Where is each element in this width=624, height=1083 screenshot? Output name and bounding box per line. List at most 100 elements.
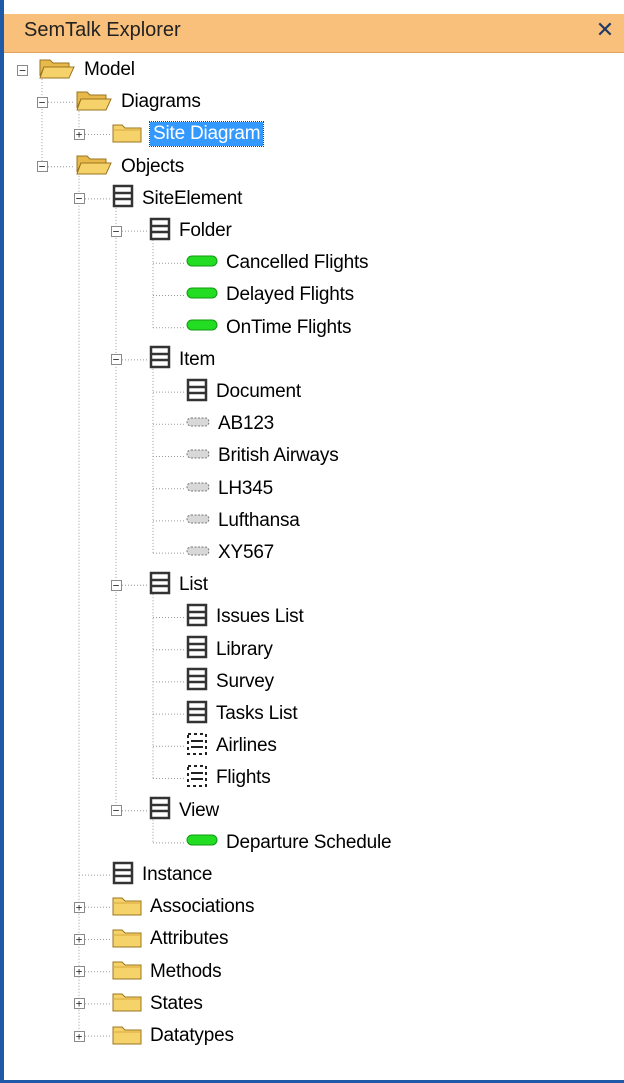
tree-item-lh345[interactable]: LH345 xyxy=(186,473,273,505)
gray-instance-icon xyxy=(186,480,210,498)
panel-title-bar: SemTalk Explorer ✕ xyxy=(4,14,624,53)
tree-item-document[interactable]: Document xyxy=(186,376,301,408)
expand-toggle-icon[interactable]: + xyxy=(73,129,85,140)
expand-toggle-icon[interactable]: + xyxy=(73,966,85,978)
tree-item-label: Departure Schedule xyxy=(226,831,392,853)
tree-item-instance[interactable]: Instance xyxy=(112,859,212,891)
tree-item-survey[interactable]: Survey xyxy=(186,666,274,698)
class-icon xyxy=(149,571,171,600)
tree-item-label: Issues List xyxy=(216,606,304,628)
tree-item-methods[interactable]: Methods xyxy=(112,956,222,988)
tree-item-list[interactable]: List xyxy=(149,569,208,601)
tree-item-cancelled-flights[interactable]: Cancelled Flights xyxy=(186,247,369,279)
tree-item-label: Instance xyxy=(142,864,213,885)
tree-item-label: Attributes xyxy=(150,928,229,950)
tree-item-label: British Airways xyxy=(218,445,339,467)
tree-item-flights[interactable]: Flights xyxy=(186,762,271,794)
class-icon xyxy=(186,635,208,664)
class-icon xyxy=(186,378,208,407)
model-tree: − Model − Diagrams + Site Diagram − Objects… xyxy=(4,52,624,1072)
collapse-toggle-icon[interactable]: − xyxy=(110,225,122,237)
tree-item-label: Delayed Flights xyxy=(226,284,354,306)
gray-instance-icon xyxy=(186,544,210,562)
tree-item-label: Folder xyxy=(179,220,232,241)
tree-item-label: XY567 xyxy=(218,542,275,563)
folder-icon xyxy=(112,894,142,921)
collapse-toggle-icon[interactable]: − xyxy=(110,579,122,591)
tree-item-issues-list[interactable]: Issues List xyxy=(186,601,304,633)
tree-item-library[interactable]: Library xyxy=(186,634,273,666)
tree-item-label: Airlines xyxy=(216,735,277,757)
tree-item-item[interactable]: Item xyxy=(149,344,215,376)
tree-item-datatypes[interactable]: Datatypes xyxy=(112,1020,234,1052)
tree-item-airlines[interactable]: Airlines xyxy=(186,730,277,762)
close-icon[interactable]: ✕ xyxy=(592,16,618,46)
expand-toggle-icon[interactable]: + xyxy=(73,998,85,1010)
folder-icon xyxy=(112,990,142,1017)
tree-item-ontime-flights[interactable]: OnTime Flights xyxy=(186,312,352,344)
tree-item-label: Methods xyxy=(150,960,222,982)
tree-item-label: Survey xyxy=(216,670,274,692)
tree-item-label: Site Diagram xyxy=(148,121,265,148)
tree-item-ab123[interactable]: AB123 xyxy=(186,408,274,440)
tree-item-label: OnTime Flights xyxy=(226,316,352,338)
tree-item-label: View xyxy=(179,799,220,821)
class-icon xyxy=(149,217,171,246)
tree-item-view[interactable]: View xyxy=(149,795,219,827)
tree-item-departure-schedule[interactable]: Departure Schedule xyxy=(186,827,392,859)
tree-item-label: Library xyxy=(216,638,273,660)
collapse-toggle-icon[interactable]: − xyxy=(110,805,122,817)
tree-item-siteelement[interactable]: SiteElement xyxy=(112,183,242,215)
class-icon xyxy=(186,603,208,632)
tree-item-label: LH345 xyxy=(218,477,273,499)
tree-item-tasks-list[interactable]: Tasks List xyxy=(186,698,298,730)
collapse-toggle-icon[interactable]: − xyxy=(73,193,85,205)
tree-item-label: Datatypes xyxy=(150,1025,234,1046)
tree-item-label: Lufthansa xyxy=(218,509,300,531)
class-icon xyxy=(149,345,171,374)
tree-item-label: Diagrams xyxy=(121,91,201,113)
gray-instance-icon xyxy=(186,415,210,433)
tree-item-states[interactable]: States xyxy=(112,988,203,1020)
collapse-toggle-icon[interactable]: − xyxy=(17,64,28,76)
tree-item-folder[interactable]: Folder xyxy=(149,215,232,247)
panel-title: SemTalk Explorer xyxy=(24,19,181,41)
tree-item-delayed-flights[interactable]: Delayed Flights xyxy=(186,279,354,311)
class-icon xyxy=(149,796,171,825)
folder-icon xyxy=(112,1023,142,1050)
tree-item-label: Item xyxy=(179,348,216,370)
tree-item-diagrams[interactable]: Diagrams xyxy=(75,86,201,118)
expand-toggle-icon[interactable]: + xyxy=(73,934,85,945)
gray-instance-icon xyxy=(186,512,210,530)
tree-item-label: Document xyxy=(216,381,301,402)
tree-item-label: Cancelled Flights xyxy=(226,252,369,274)
expand-toggle-icon[interactable]: + xyxy=(73,1030,85,1042)
tree-item-label: Tasks List xyxy=(216,703,298,724)
class-icon xyxy=(112,184,134,213)
tree-connector-lines xyxy=(41,76,186,1037)
tree-item-label: Flights xyxy=(216,767,271,789)
green-instance-icon xyxy=(186,833,218,852)
green-instance-icon xyxy=(186,318,218,337)
class-icon xyxy=(186,667,208,696)
tree-item-xy567[interactable]: XY567 xyxy=(186,537,274,569)
tree-item-british-airways[interactable]: British Airways xyxy=(186,440,339,472)
gray-instance-icon xyxy=(186,447,210,465)
tree-item-label: List xyxy=(179,574,208,596)
tree-item-site-diagram[interactable]: Site Diagram xyxy=(112,118,265,150)
collapse-toggle-icon[interactable]: − xyxy=(36,161,48,173)
collapse-toggle-icon[interactable]: − xyxy=(110,354,122,366)
tree-item-attributes[interactable]: Attributes xyxy=(112,923,228,955)
tree-item-lufthansa[interactable]: Lufthansa xyxy=(186,505,300,537)
collapse-toggle-icon[interactable]: − xyxy=(36,96,48,108)
green-instance-icon xyxy=(186,286,218,305)
dashed-class-icon xyxy=(186,764,208,793)
tree-item-objects[interactable]: Objects xyxy=(75,151,184,183)
tree-item-associations[interactable]: Associations xyxy=(112,891,254,923)
tree-item-label: AB123 xyxy=(218,413,275,435)
folder-open-icon xyxy=(38,56,76,85)
tree-item-label: States xyxy=(150,992,203,1014)
tree-item-model[interactable]: Model xyxy=(38,54,135,86)
expand-toggle-icon[interactable]: + xyxy=(73,901,85,913)
class-icon xyxy=(112,861,134,890)
